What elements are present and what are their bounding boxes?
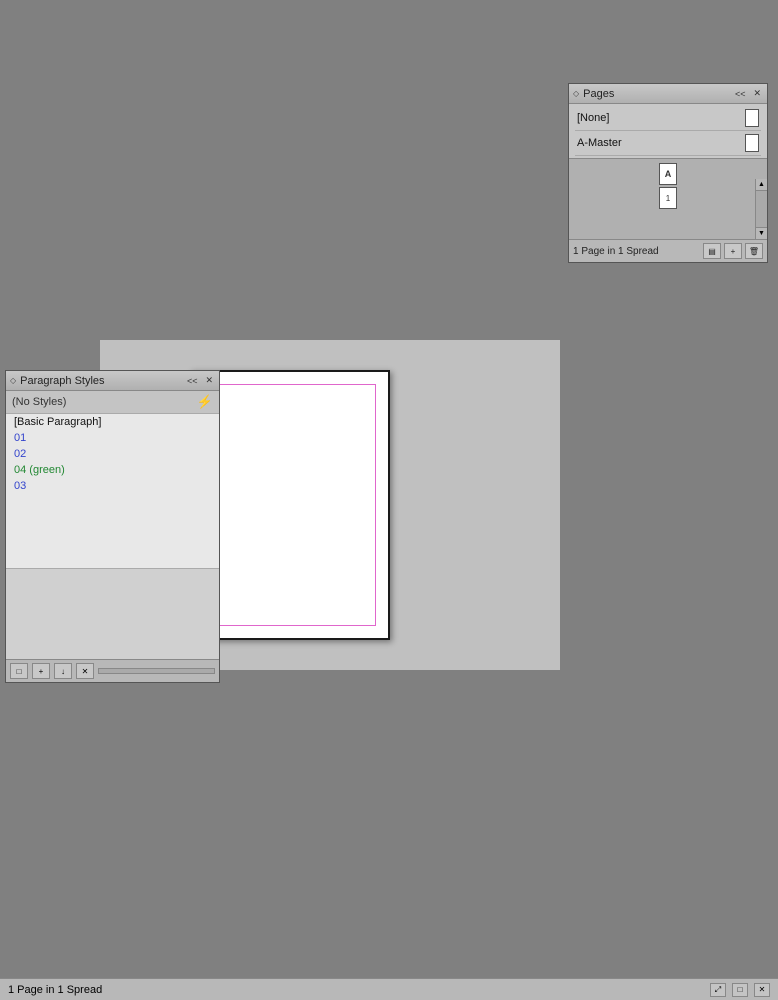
document-page	[190, 370, 390, 640]
master-a-thumb	[745, 134, 759, 152]
style-basic-paragraph[interactable]: [Basic Paragraph]	[6, 414, 219, 430]
page-1-thumb-row: 1	[573, 187, 763, 209]
app-status-bar: 1 Page in 1 Spread ⤢ □ ✕	[0, 978, 778, 1000]
delete-page-button[interactable]: 🗑	[745, 243, 763, 259]
lightning-icon: ⚡	[197, 394, 213, 410]
master-thumb-row: A	[573, 163, 763, 185]
page-margin-box	[204, 384, 376, 626]
para-diamond-icon: ◇	[10, 376, 16, 385]
paragraph-styles-panel: ◇ Paragraph Styles << ✕ (No Styles) ⚡ [B…	[5, 370, 220, 683]
pages-panel-header: ◇ Pages << ✕	[569, 84, 767, 104]
master-a-label: A-Master	[577, 137, 622, 149]
panel-header-controls: << ✕	[733, 88, 763, 99]
para-panel-close[interactable]: ✕	[203, 375, 215, 386]
duplicate-style-button[interactable]: ↓	[54, 663, 72, 679]
para-panel-title: Paragraph Styles	[20, 375, 104, 387]
para-panel-header: ◇ Paragraph Styles << ✕	[6, 371, 219, 391]
delete-style-button[interactable]: ✕	[76, 663, 94, 679]
pages-status-text: 1 Page in 1 Spread	[573, 246, 659, 257]
pages-panel-collapse[interactable]: <<	[733, 89, 748, 99]
para-panel-collapse[interactable]: <<	[185, 376, 200, 386]
master-a-thumbnail[interactable]: A	[659, 163, 677, 185]
style-02[interactable]: 02	[6, 446, 219, 462]
pages-panel-label: Pages	[583, 88, 614, 100]
para-panel-title-group: ◇ Paragraph Styles	[10, 375, 105, 387]
para-panel-footer: □ + ↓ ✕	[6, 659, 219, 682]
master-none-label: [None]	[577, 112, 609, 124]
new-page-button[interactable]: +	[724, 243, 742, 259]
pages-footer-buttons: ▤ + 🗑	[703, 243, 763, 259]
style-01[interactable]: 01	[6, 430, 219, 446]
para-panel-subtitle: (No Styles) ⚡	[6, 391, 219, 414]
status-bar-right: ⤢ □ ✕	[710, 983, 770, 997]
pages-panel-close[interactable]: ✕	[751, 88, 763, 99]
master-a-item[interactable]: A-Master	[575, 131, 761, 156]
status-btn-1[interactable]: ⤢	[710, 983, 726, 997]
diamond-icon: ◇	[573, 89, 579, 98]
panel-resize-handle[interactable]	[98, 668, 215, 674]
pages-masters-list: [None] A-Master	[569, 104, 767, 159]
new-group-button[interactable]: □	[10, 663, 28, 679]
pages-scroll-down[interactable]: ▼	[756, 227, 767, 239]
pages-scroll-up[interactable]: ▲	[756, 179, 767, 191]
master-none-thumb	[745, 109, 759, 127]
pages-thumbnails-area: A 1 ▲ ▼	[569, 159, 767, 239]
new-style-button[interactable]: +	[32, 663, 50, 679]
pages-panel-title: ◇ Pages	[573, 88, 614, 100]
para-styles-list: [Basic Paragraph] 01 02 04 (green) 03	[6, 414, 219, 569]
style-03[interactable]: 03	[6, 478, 219, 494]
new-master-button[interactable]: ▤	[703, 243, 721, 259]
status-btn-2[interactable]: □	[732, 983, 748, 997]
para-subtitle-text: (No Styles)	[12, 396, 66, 408]
para-panel-controls: << ✕	[185, 375, 215, 386]
pages-panel-footer: 1 Page in 1 Spread ▤ + 🗑	[569, 239, 767, 262]
pages-scrollbar[interactable]: ▲ ▼	[755, 179, 767, 239]
master-none-item[interactable]: [None]	[575, 106, 761, 131]
page-1-num: 1	[666, 194, 670, 203]
master-a-thumb-letter: A	[665, 169, 672, 179]
page-1-thumbnail[interactable]: 1	[659, 187, 677, 209]
style-04-green[interactable]: 04 (green)	[6, 462, 219, 478]
pages-panel: ◇ Pages << ✕ [None] A-Master A 1	[568, 83, 768, 263]
para-panel-empty-area	[6, 569, 219, 659]
status-btn-3[interactable]: ✕	[754, 983, 770, 997]
status-bar-text: 1 Page in 1 Spread	[8, 984, 102, 996]
